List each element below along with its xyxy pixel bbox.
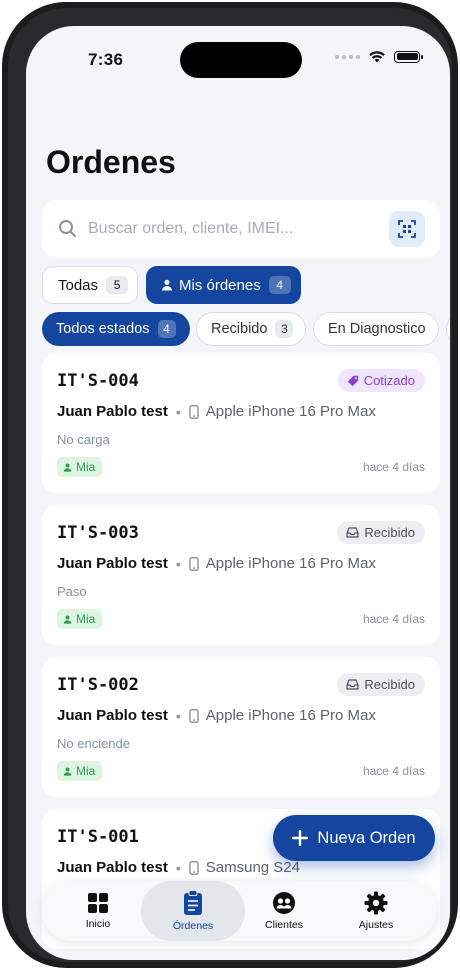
gear-icon — [364, 891, 388, 915]
device-name: Apple iPhone 16 Pro Max — [205, 555, 376, 572]
phone-icon — [189, 860, 199, 875]
assignee-badge: Mia — [57, 761, 103, 781]
new-order-button[interactable]: Nueva Orden — [273, 815, 435, 861]
filter-label: Todos estados — [56, 321, 150, 337]
device-bezel: 7:36 Ordenes Buscar orden, cliente, IMEI… — [8, 8, 452, 962]
tab-label: Ajustes — [358, 919, 394, 931]
signal-icon — [335, 54, 360, 59]
order-card[interactable]: IT'S-002 Recibido Juan Pablo test • Appl… — [42, 657, 440, 797]
person-icon — [162, 279, 172, 291]
order-time: hace 4 días — [362, 460, 425, 474]
wifi-icon — [369, 51, 385, 63]
assignee-badge: Mia — [57, 609, 103, 629]
separator-dot: • — [175, 859, 181, 876]
status-time: 7:36 — [88, 50, 124, 69]
client-name: Juan Pablo test — [57, 403, 168, 420]
filter-next[interactable] — [446, 312, 450, 346]
search-icon — [59, 220, 76, 237]
plus-icon — [292, 830, 309, 846]
device-frame: 7:36 Ordenes Buscar orden, cliente, IMEI… — [2, 2, 458, 968]
device-name: Apple iPhone 16 Pro Max — [205, 707, 376, 724]
status-label: Recibido — [364, 525, 415, 540]
status-label: Recibido — [364, 677, 415, 692]
segment-label: Todas — [58, 276, 99, 294]
order-time: hace 4 días — [362, 612, 425, 626]
dynamic-island — [180, 42, 302, 78]
client-name: Juan Pablo test — [57, 707, 168, 724]
order-note: Paso — [57, 584, 87, 599]
grid-icon — [88, 893, 108, 913]
person-icon — [63, 767, 72, 776]
order-note: No carga — [57, 432, 110, 447]
order-card[interactable]: IT'S-004 Cotizado Juan Pablo test • Appl… — [42, 353, 440, 493]
person-icon — [63, 615, 72, 624]
filter-todos-estados[interactable]: Todos estados 4 — [42, 312, 190, 346]
order-card[interactable]: IT'S-003 Recibido Juan Pablo test • Appl… — [42, 505, 440, 645]
separator-dot: • — [175, 403, 181, 420]
phone-icon — [189, 404, 199, 419]
segment-mis-ordenes[interactable]: Mis órdenes 4 — [146, 266, 301, 304]
order-details: Juan Pablo test • Apple iPhone 16 Pro Ma… — [57, 403, 376, 420]
order-code: IT'S-002 — [57, 675, 139, 695]
device-name: Apple iPhone 16 Pro Max — [205, 403, 376, 420]
tag-icon — [347, 375, 358, 386]
status-filter-row: Todos estados 4 Recibido 3 En Diagnostic… — [42, 312, 450, 346]
segment-count: 5 — [106, 276, 129, 294]
segment-label: Mis órdenes — [179, 276, 261, 294]
separator-dot: • — [175, 555, 181, 572]
battery-icon — [394, 50, 423, 63]
assignee-name: Mia — [76, 460, 96, 474]
order-details: Juan Pablo test • Samsung S24 — [57, 859, 300, 876]
filter-recibido[interactable]: Recibido 3 — [196, 312, 306, 346]
page-title: Ordenes — [46, 144, 176, 180]
status-badge: Recibido — [337, 521, 425, 544]
search-bar — [42, 200, 440, 258]
assignee-name: Mia — [76, 612, 96, 626]
client-name: Juan Pablo test — [57, 555, 168, 572]
order-code: IT'S-004 — [57, 371, 139, 391]
client-name: Juan Pablo test — [57, 859, 168, 876]
status-badge: Cotizado — [337, 369, 425, 392]
status-label: Cotizado — [363, 373, 415, 388]
order-details: Juan Pablo test • Apple iPhone 16 Pro Ma… — [57, 707, 376, 724]
new-order-label: Nueva Orden — [317, 828, 416, 847]
tab-label: Inicio — [85, 918, 111, 930]
assignee-name: Mia — [76, 764, 96, 778]
tab-clientes[interactable]: Clientes — [232, 881, 336, 941]
order-details: Juan Pablo test • Apple iPhone 16 Pro Ma… — [57, 555, 376, 572]
inbox-icon — [346, 527, 360, 538]
qr-scan-icon — [398, 220, 416, 238]
order-code: IT'S-001 — [57, 827, 139, 847]
tab-label: Órdenes — [172, 920, 214, 932]
assignee-badge: Mia — [57, 457, 103, 477]
order-time: hace 4 días — [362, 764, 425, 778]
filter-count: 3 — [275, 320, 294, 338]
tab-ajustes[interactable]: Ajustes — [324, 881, 428, 941]
segment-count: 4 — [268, 276, 291, 294]
filter-label: En Diagnostico — [328, 321, 426, 337]
person-icon — [63, 463, 72, 472]
phone-icon — [189, 708, 199, 723]
order-code: IT'S-003 — [57, 523, 139, 543]
order-note: No enciende — [57, 736, 130, 751]
screen: 7:36 Ordenes Buscar orden, cliente, IMEI… — [26, 26, 450, 960]
inbox-icon — [346, 679, 360, 690]
status-icons — [335, 50, 423, 63]
tab-ordenes[interactable]: Órdenes — [141, 881, 245, 941]
filter-en-diagnostico[interactable]: En Diagnostico — [313, 312, 439, 346]
tab-inicio[interactable]: Inicio — [46, 881, 150, 941]
device-name: Samsung S24 — [205, 859, 300, 876]
tab-label: Clientes — [265, 919, 303, 931]
filter-count: 4 — [157, 320, 176, 338]
segment-todas[interactable]: Todas 5 — [42, 266, 138, 304]
status-badge: Recibido — [337, 673, 425, 696]
clipboard-icon — [184, 890, 202, 915]
people-icon — [273, 892, 295, 914]
filter-label: Recibido — [211, 321, 268, 337]
separator-dot: • — [175, 707, 181, 724]
tab-bar: Inicio Órdenes Clientes Ajustes — [42, 881, 436, 941]
search-input[interactable] — [88, 200, 388, 258]
phone-icon — [189, 556, 199, 571]
qr-scan-button[interactable] — [389, 211, 425, 247]
